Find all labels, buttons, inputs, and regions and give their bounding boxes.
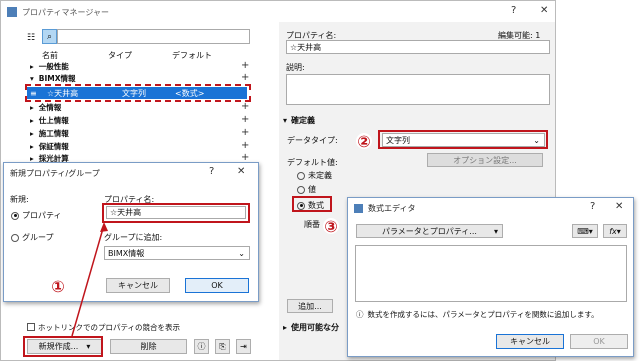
annotation-arrow <box>71 222 108 337</box>
marker-one: ① <box>50 276 66 296</box>
arrow-line <box>71 224 105 337</box>
marker-three: ③ <box>323 216 339 236</box>
marker-two: ② <box>356 131 372 151</box>
arrow-head <box>100 222 108 232</box>
